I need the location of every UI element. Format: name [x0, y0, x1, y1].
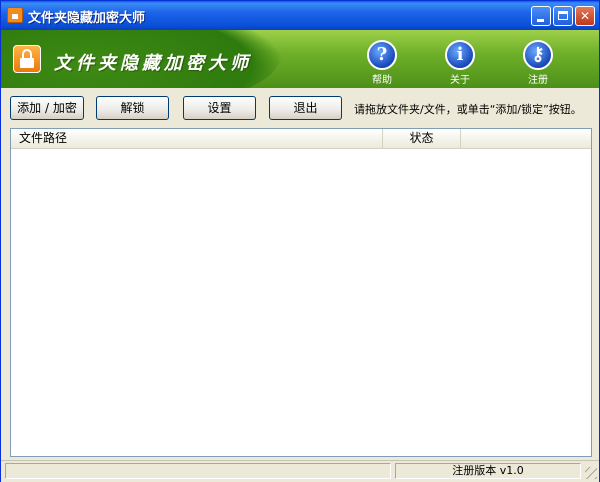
minimize-icon	[537, 19, 544, 22]
lock-logo-icon	[13, 45, 41, 73]
header-banner: 文件夹隐藏加密大师 ? 帮助 i 关于 ⚷ 注册	[1, 30, 599, 88]
register-label: 注册	[528, 75, 548, 86]
about-label: 关于	[450, 75, 470, 86]
unlock-button[interactable]: 解锁	[96, 96, 169, 120]
app-lock-icon[interactable]	[7, 7, 23, 23]
list-header: 文件路径 状态	[11, 129, 591, 149]
help-button[interactable]: ? 帮助	[357, 40, 407, 86]
register-button[interactable]: ⚷ 注册	[513, 40, 563, 86]
add-encrypt-button[interactable]: 添加 / 加密	[10, 96, 84, 120]
close-button[interactable]: ✕	[575, 6, 595, 26]
settings-button[interactable]: 设置	[183, 96, 256, 120]
title-bar[interactable]: 文件夹隐藏加密大师 ✕	[1, 1, 599, 30]
banner-title: 文件夹隐藏加密大师	[54, 53, 252, 74]
help-label: 帮助	[372, 75, 392, 86]
resize-grip[interactable]	[585, 467, 597, 479]
about-button[interactable]: i 关于	[435, 40, 485, 86]
app-window: 文件夹隐藏加密大师 ✕ 文件夹隐藏加密大师 ? 帮助 i 关于 ⚷ 注册 添加 …	[0, 0, 600, 482]
status-bar: 注册版本 v1.0	[1, 460, 599, 482]
file-list[interactable]: 文件路径 状态	[10, 128, 592, 457]
maximize-button[interactable]	[553, 6, 573, 26]
help-icon: ?	[367, 40, 397, 70]
key-icon: ⚷	[523, 40, 553, 70]
drag-drop-hint: 请拖放文件夹/文件，或单击“添加/锁定”按钮。	[354, 103, 582, 116]
window-title: 文件夹隐藏加密大师	[28, 11, 146, 26]
version-label: 注册版本 v1.0	[395, 463, 581, 479]
info-icon: i	[445, 40, 475, 70]
status-message	[5, 463, 391, 479]
minimize-button[interactable]	[531, 6, 551, 26]
maximize-icon	[558, 11, 568, 20]
close-icon: ✕	[579, 9, 591, 23]
column-header-path[interactable]: 文件路径	[11, 129, 383, 148]
exit-button[interactable]: 退出	[269, 96, 342, 120]
column-header-status[interactable]: 状态	[383, 129, 461, 148]
